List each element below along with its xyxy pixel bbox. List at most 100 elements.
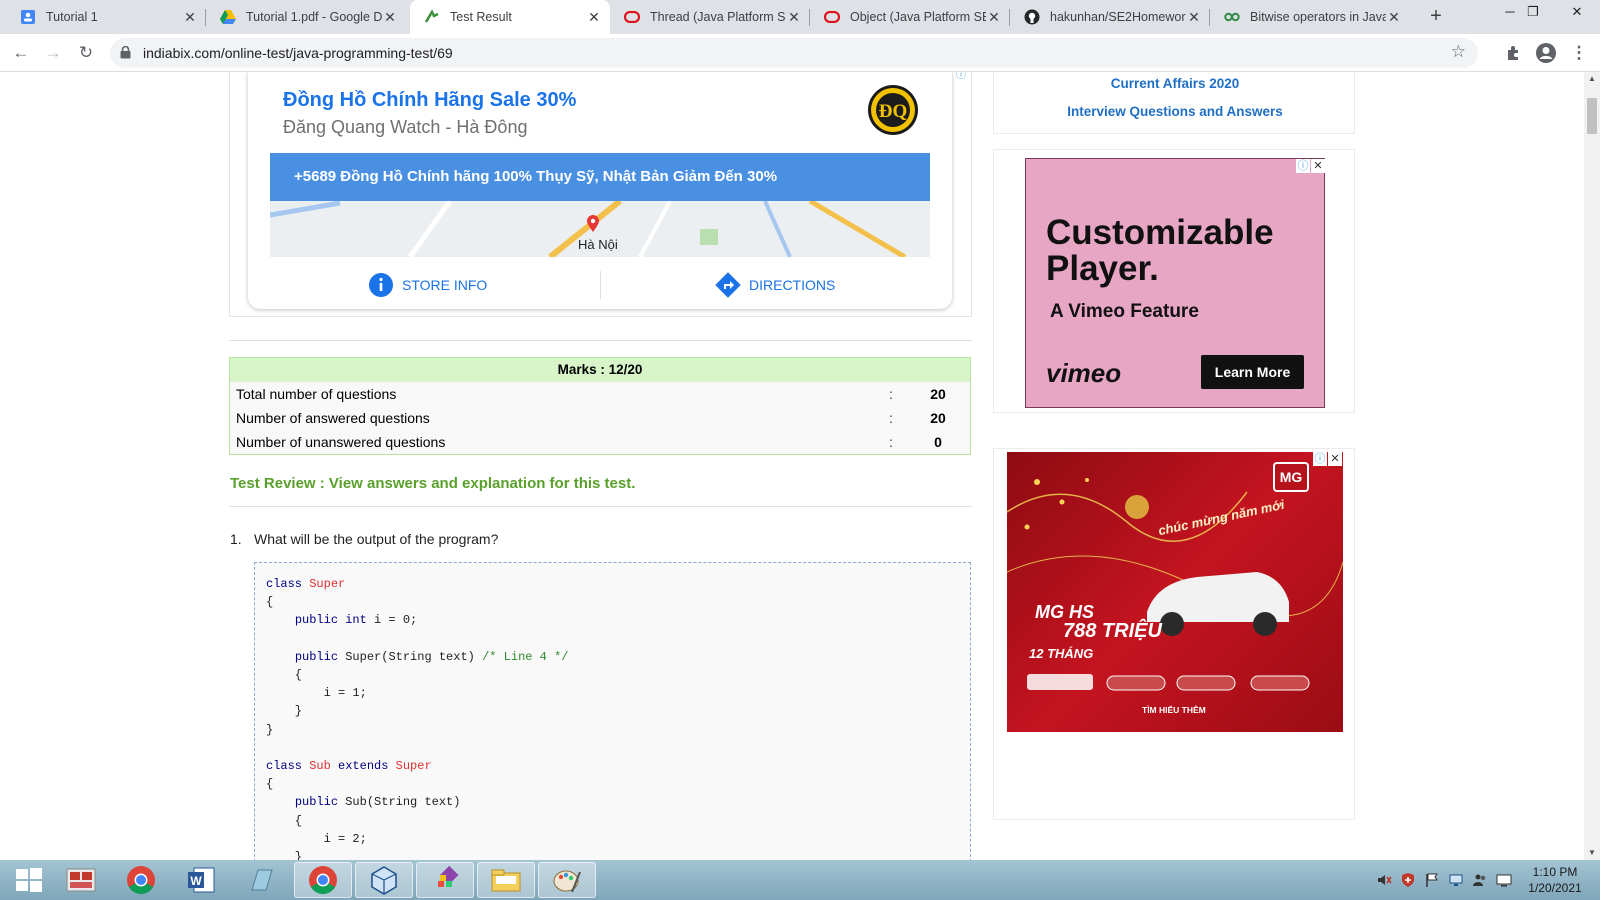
oracle-icon — [624, 9, 640, 25]
tab-thread-javadoc[interactable]: Thread (Java Platform SE ✕ — [610, 0, 810, 34]
interview-questions-link[interactable]: Interview Questions and Answers — [994, 104, 1356, 119]
adchoices-icon[interactable]: ⓘ — [1313, 452, 1327, 466]
directions-label: DIRECTIONS — [749, 277, 836, 293]
ad-map[interactable]: Hà Nội — [270, 201, 930, 257]
store-info-button[interactable]: STORE INFO — [368, 267, 487, 303]
scroll-up-arrow[interactable]: ▲ — [1584, 74, 1600, 83]
chrome-active-icon — [309, 866, 337, 894]
tab-tutorial-1[interactable]: Tutorial 1 ✕ — [6, 0, 206, 34]
browser-toolbar: ← → ↻ indiabix.com/online-test/java-prog… — [0, 34, 1600, 72]
close-icon[interactable]: ✕ — [182, 9, 198, 26]
network-status-icon[interactable] — [1448, 872, 1464, 888]
directions-button[interactable]: DIRECTIONS — [715, 267, 835, 303]
code-token: Super — [302, 577, 346, 591]
tab-object-javadoc[interactable]: Object (Java Platform SE 7 ✕ — [810, 0, 1010, 34]
address-bar[interactable]: indiabix.com/online-test/java-programmin… — [110, 38, 1478, 68]
oracle-icon — [824, 9, 840, 25]
taskbar-app[interactable] — [416, 862, 474, 898]
start-button[interactable] — [0, 862, 58, 898]
scroll-thumb[interactable] — [1587, 98, 1597, 134]
action-divider — [600, 271, 601, 299]
code-token: Super — [388, 759, 432, 773]
row-separator: : — [889, 410, 893, 426]
tab-google-drive[interactable]: Tutorial 1.pdf - Google Dr ✕ — [206, 0, 406, 34]
taskbar-explorer[interactable] — [477, 862, 535, 898]
back-button[interactable]: ← — [10, 42, 32, 64]
mg-logo: MG — [1273, 462, 1309, 492]
clock-date: 1/20/2021 — [1528, 881, 1582, 895]
display-icon[interactable] — [1496, 872, 1512, 888]
question-number: 1. — [230, 531, 242, 547]
tab-test-result[interactable]: Test Result ✕ — [410, 0, 610, 34]
reload-button[interactable]: ↻ — [75, 42, 97, 64]
close-icon[interactable]: ✕ — [586, 9, 602, 26]
code-token: Sub(String text) — [338, 795, 461, 810]
ad-actions: STORE INFO DIRECTIONS — [270, 267, 930, 303]
close-icon[interactable]: ✕ — [786, 9, 802, 26]
notepad-icon — [251, 869, 273, 891]
code-token: public — [294, 649, 339, 664]
adchoices-icon[interactable]: ⓘ — [956, 72, 966, 81]
system-clock[interactable]: 1:10 PM 1/20/2021 — [1517, 864, 1593, 896]
mg-months: 12 THÁNG — [1029, 646, 1094, 661]
taskbar-paint[interactable] — [538, 862, 596, 898]
code-token: class — [266, 577, 303, 591]
security-shield-icon[interactable] — [1400, 872, 1416, 888]
code-line: { — [266, 777, 273, 791]
ad-banner[interactable]: +5689 Đồng Hồ Chính hãng 100% Thụy Sỹ, N… — [270, 153, 930, 201]
browser-menu-icon[interactable]: ⋮ — [1568, 42, 1590, 64]
scroll-down-arrow[interactable]: ▼ — [1584, 848, 1600, 857]
page-scrollbar[interactable]: ▲ ▼ — [1584, 72, 1600, 860]
row-separator: : — [889, 434, 893, 450]
mg-cta[interactable]: TÌM HIỂU THÊM — [1142, 705, 1206, 715]
sidebar-links: Current Affairs 2020 Interview Questions… — [993, 72, 1355, 134]
start-icon — [16, 868, 42, 892]
learn-more-button[interactable]: Learn More — [1201, 355, 1304, 389]
forward-button[interactable]: → — [42, 42, 64, 64]
watch-ad-card[interactable]: Đồng Hồ Chính Hãng Sale 30% Đăng Quang W… — [248, 72, 952, 309]
new-tab-button[interactable]: + — [1424, 5, 1448, 28]
vimeo-ad[interactable]: ⓘ ✕ Customizable Player. A Vimeo Feature… — [1025, 158, 1325, 408]
close-icon[interactable]: ✕ — [986, 9, 1002, 26]
code-line: { — [266, 595, 273, 609]
people-icon[interactable] — [1472, 872, 1488, 888]
volume-muted-icon[interactable] — [1376, 872, 1392, 888]
tab-title: Bitwise operators in Java — [1250, 10, 1386, 24]
code-token: extends — [330, 759, 389, 773]
code-line: i = 1; — [266, 686, 367, 700]
taskbar-virtualbox[interactable] — [355, 862, 413, 898]
bookmark-star-icon[interactable]: ☆ — [1451, 42, 1466, 62]
tab-github[interactable]: hakunhan/SE2Homework ✕ — [1010, 0, 1210, 34]
google-drive-icon — [220, 9, 236, 25]
code-token: { — [266, 813, 303, 828]
tab-geeks[interactable]: Bitwise operators in Java ✕ — [1210, 0, 1410, 34]
ad-title[interactable]: Đồng Hồ Chính Hãng Sale 30% — [283, 89, 576, 112]
store-info-label: STORE INFO — [402, 277, 488, 293]
profile-avatar-icon[interactable] — [1535, 42, 1557, 64]
action-center-flag-icon[interactable] — [1424, 872, 1440, 888]
taskbar-chrome-active[interactable] — [294, 862, 352, 898]
taskbar-chrome[interactable] — [112, 862, 170, 898]
test-review-link[interactable]: Test Review : View answers and explanati… — [230, 475, 635, 492]
restore-button[interactable]: ❐ — [1510, 4, 1556, 20]
page-content: Đồng Hồ Chính Hãng Sale 30% Đăng Quang W… — [0, 72, 1584, 860]
window-close-button[interactable]: ✕ — [1554, 4, 1600, 20]
close-ad-icon[interactable]: ✕ — [1311, 159, 1325, 173]
extensions-icon[interactable] — [1503, 42, 1525, 64]
close-icon[interactable]: ✕ — [382, 9, 398, 26]
close-icon[interactable]: ✕ — [1386, 9, 1402, 26]
divider — [229, 506, 972, 507]
code-line: } — [266, 723, 273, 737]
taskbar-notepad[interactable] — [232, 862, 290, 898]
current-affairs-link[interactable]: Current Affairs 2020 — [994, 76, 1356, 91]
mg-car-ad[interactable]: MG chúc mừng năm mới MG HS 788 TRIỆU 12 … — [1007, 452, 1343, 732]
word-icon: W — [188, 867, 215, 893]
close-ad-icon[interactable]: ✕ — [1328, 452, 1342, 466]
taskbar-word[interactable]: W — [172, 862, 230, 898]
code-line: } — [266, 704, 302, 718]
adchoices-icon[interactable]: ⓘ — [1296, 159, 1310, 173]
taskbar-app-pinned[interactable] — [52, 862, 110, 898]
close-icon[interactable]: ✕ — [1186, 9, 1202, 26]
code-line: public Super(String text) /* Line 4 */ — [266, 649, 569, 664]
